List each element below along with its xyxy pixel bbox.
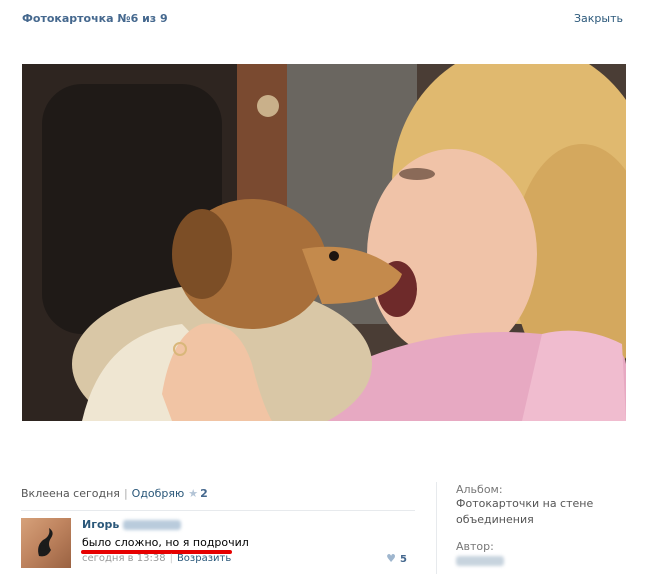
comment-like-button[interactable]: ♥ 5 bbox=[386, 552, 407, 565]
author-first-name[interactable]: Игорь bbox=[82, 518, 119, 531]
close-button[interactable]: Закрыть bbox=[574, 12, 623, 25]
comment-footer: сегодня в 13:38 | Возразить bbox=[82, 553, 231, 564]
photo-meta: Вклеена сегодня | Одобряю ★ 2 bbox=[21, 487, 208, 500]
comment-time[interactable]: сегодня в 13:38 bbox=[82, 553, 166, 564]
photo-illustration bbox=[22, 64, 626, 421]
album-label: Альбом: bbox=[456, 483, 503, 496]
author-label: Автор: bbox=[456, 540, 494, 553]
like-button[interactable]: Одобряю bbox=[132, 487, 185, 500]
comment-text: было сложно, но я подрочил bbox=[82, 536, 249, 549]
avatar[interactable] bbox=[21, 518, 71, 568]
added-text: Вклеена сегодня bbox=[21, 487, 120, 500]
comment-item: Игорь было сложно, но я подрочил сегодня… bbox=[21, 516, 415, 570]
meta-separator: | bbox=[123, 487, 128, 500]
footer-separator: | bbox=[169, 553, 173, 564]
photo-sidebar: Альбом: Фотокарточки на стене объединени… bbox=[456, 483, 636, 569]
photo-counter-title: Фотокарточка №6 из 9 bbox=[22, 12, 168, 25]
album-link[interactable]: Фотокарточки на стене объединения bbox=[456, 496, 636, 528]
comments-divider bbox=[21, 510, 415, 511]
heart-icon: ♥ bbox=[386, 552, 397, 565]
author-last-name-blurred bbox=[123, 520, 182, 530]
like-count: 2 bbox=[200, 487, 208, 500]
comment-author[interactable]: Игорь bbox=[82, 518, 182, 531]
photo-image[interactable] bbox=[22, 64, 626, 421]
reply-button[interactable]: Возразить bbox=[177, 553, 231, 564]
comment-like-count: 5 bbox=[400, 554, 407, 565]
viewer-header: Фотокарточка №6 из 9 Закрыть bbox=[0, 0, 647, 40]
scorpion-tattoo-icon bbox=[38, 528, 53, 557]
star-icon[interactable]: ★ bbox=[188, 487, 198, 500]
sidebar-divider bbox=[436, 482, 437, 574]
author-name-blurred bbox=[456, 556, 504, 566]
